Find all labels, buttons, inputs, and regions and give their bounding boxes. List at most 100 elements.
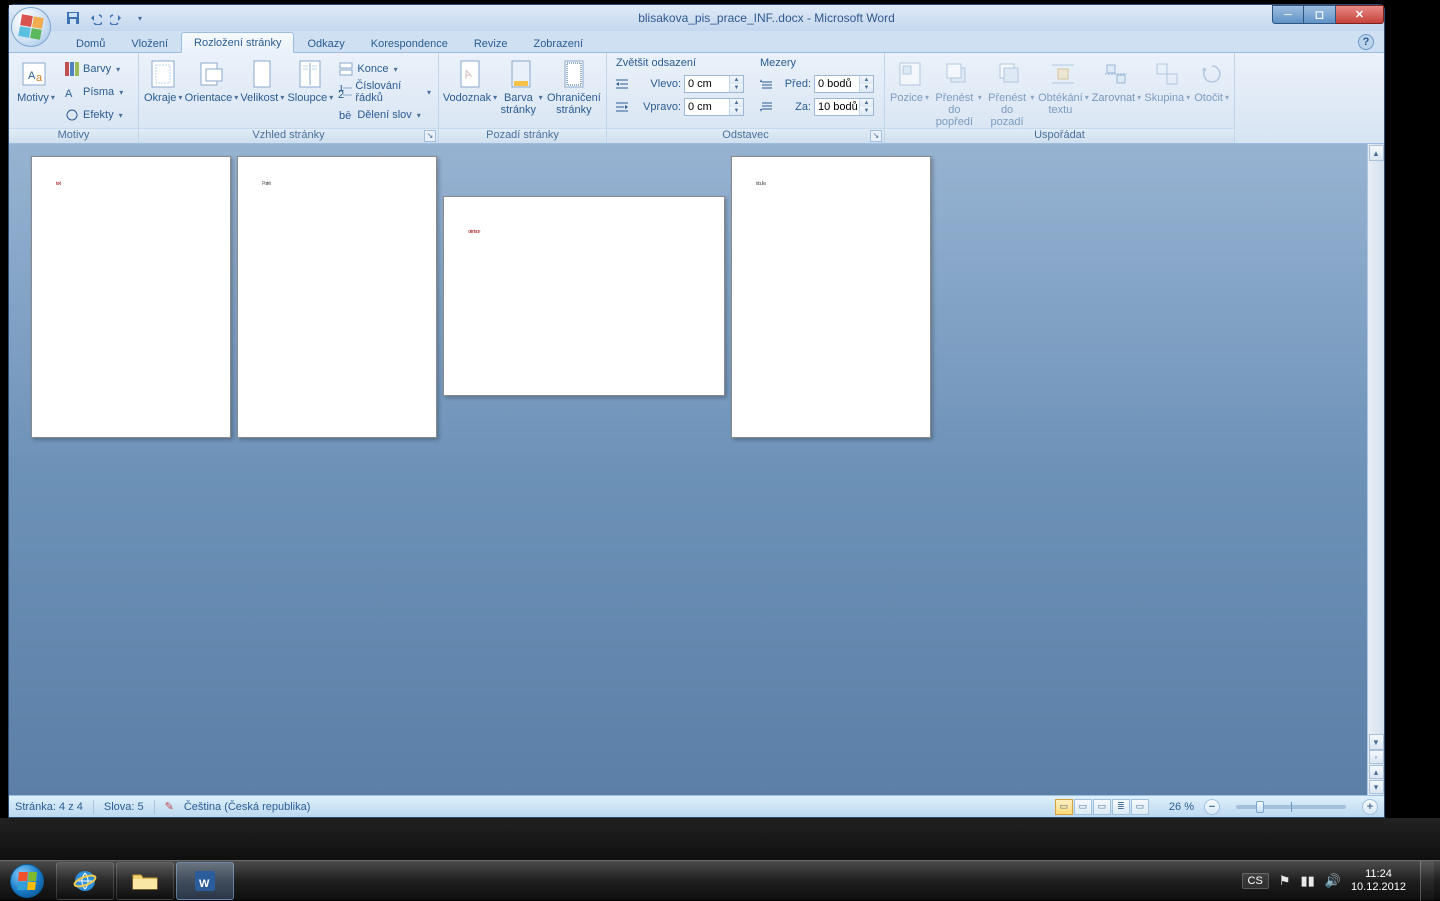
tab-odkazy[interactable]: Odkazy bbox=[294, 33, 357, 53]
chevron-down-icon: ▾ bbox=[1137, 92, 1141, 104]
tray-clock[interactable]: 11:24 10.12.2012 bbox=[1351, 868, 1406, 894]
group-button[interactable]: Skupina▾ bbox=[1144, 56, 1190, 118]
margins-icon bbox=[147, 58, 179, 90]
okraje-button[interactable]: Okraje▾ bbox=[144, 56, 182, 118]
tab-korespondence[interactable]: Korespondence bbox=[358, 33, 461, 53]
page-2[interactable]: Portrét bbox=[237, 156, 437, 438]
view-draft[interactable]: ▭ bbox=[1131, 799, 1149, 815]
browse-object-button[interactable]: ◦ bbox=[1369, 750, 1384, 764]
tray-network-icon[interactable]: ▮▮ bbox=[1300, 873, 1314, 889]
wrap-text-icon bbox=[1047, 58, 1079, 90]
zoom-slider[interactable] bbox=[1236, 805, 1346, 809]
scroll-down-button[interactable]: ▼ bbox=[1369, 734, 1384, 750]
spin-up[interactable]: ▲ bbox=[730, 76, 743, 84]
send-back-button[interactable]: Přenést do pozadí▾ bbox=[986, 56, 1035, 128]
align-button[interactable]: Zarovnat▾ bbox=[1092, 56, 1140, 118]
pozice-button[interactable]: Pozice▾ bbox=[890, 56, 929, 118]
taskbar-word-button[interactable]: W bbox=[176, 862, 234, 900]
spin-down[interactable]: ▼ bbox=[860, 84, 873, 92]
tab-rozlozeni-stranky[interactable]: Rozložení stránky bbox=[181, 32, 294, 53]
group-pozadi-label: Pozadí stránky bbox=[439, 128, 606, 143]
bring-front-button[interactable]: Přenést do popředí▾ bbox=[933, 56, 982, 128]
dialog-launcher-vzhled[interactable]: ↘ bbox=[424, 130, 436, 142]
indent-left-input[interactable]: ▲▼ bbox=[684, 75, 744, 93]
group-odstavec-label: Odstavec↘ bbox=[607, 128, 884, 143]
chevron-down-icon: ▾ bbox=[493, 92, 497, 104]
sloupce-button[interactable]: Sloupce▾ bbox=[288, 56, 332, 118]
wrap-text-button[interactable]: Obtékání textu▾ bbox=[1038, 56, 1088, 118]
zoom-level[interactable]: 26 % bbox=[1169, 801, 1194, 813]
tray-volume-icon[interactable]: 🔊 bbox=[1325, 873, 1341, 889]
status-page[interactable]: Stránka: 4 z 4 bbox=[15, 801, 83, 813]
spin-up[interactable]: ▲ bbox=[860, 76, 873, 84]
svg-text:2: 2 bbox=[338, 89, 344, 99]
zoom-in-button[interactable]: + bbox=[1362, 799, 1378, 815]
rotate-label: Otočit bbox=[1194, 92, 1223, 104]
ohraniceni-stranky-button[interactable]: Ohraničení stránky bbox=[547, 56, 601, 118]
status-proofing-icon[interactable]: ✎ bbox=[165, 800, 174, 813]
rotate-button[interactable]: Otočit▾ bbox=[1194, 56, 1229, 118]
taskbar-explorer-button[interactable] bbox=[116, 862, 174, 900]
qat-customize-button[interactable]: ▾ bbox=[129, 8, 149, 28]
taskbar-ie-button[interactable] bbox=[56, 862, 114, 900]
cislovani-radku-button[interactable]: 12 Číslování řádků▾ bbox=[336, 81, 433, 103]
minimize-button[interactable]: ─ bbox=[1272, 5, 1304, 24]
page-3[interactable]: orientace bbox=[443, 196, 725, 396]
qat-undo-button[interactable] bbox=[85, 8, 105, 28]
tab-vlozeni[interactable]: Vložení bbox=[118, 33, 181, 53]
start-button[interactable] bbox=[0, 861, 54, 901]
indent-right-input[interactable]: ▲▼ bbox=[684, 98, 744, 116]
page-4[interactable]: tabulka bbox=[731, 156, 931, 438]
status-words[interactable]: Slova: 5 bbox=[104, 801, 144, 813]
page-1[interactable]: text bbox=[31, 156, 231, 438]
tab-revize[interactable]: Revize bbox=[461, 33, 521, 53]
prev-page-button[interactable]: ▴ bbox=[1369, 765, 1384, 779]
slider-thumb[interactable] bbox=[1256, 801, 1264, 813]
spacing-before-input[interactable]: ▲▼ bbox=[814, 75, 874, 93]
view-web-layout[interactable]: ▭ bbox=[1093, 799, 1111, 815]
document-canvas[interactable]: text Portrét orientace tabulka bbox=[9, 144, 1367, 795]
office-button[interactable] bbox=[11, 7, 51, 47]
spin-up[interactable]: ▲ bbox=[860, 99, 873, 107]
konce-button[interactable]: Konce▾ bbox=[336, 58, 433, 80]
qat-redo-button[interactable] bbox=[107, 8, 127, 28]
spin-down[interactable]: ▼ bbox=[730, 107, 743, 115]
tray-flag-icon[interactable]: ⚑ bbox=[1279, 873, 1291, 889]
theme-fonts-button[interactable]: A Písma▾ bbox=[62, 81, 125, 103]
barva-stranky-button[interactable]: Barva stránky▾ bbox=[500, 56, 543, 118]
maximize-button[interactable]: ◻ bbox=[1304, 5, 1336, 24]
theme-effects-button[interactable]: Efekty▾ bbox=[62, 104, 125, 126]
spacing-before-label: Před: bbox=[777, 78, 811, 90]
view-print-layout[interactable]: ▭ bbox=[1055, 799, 1073, 815]
view-full-reading[interactable]: ▭ bbox=[1074, 799, 1092, 815]
show-desktop-button[interactable] bbox=[1420, 861, 1434, 901]
theme-colors-button[interactable]: Barvy▾ bbox=[62, 58, 125, 80]
dialog-launcher-odstavec[interactable]: ↘ bbox=[870, 130, 882, 142]
help-button[interactable]: ? bbox=[1358, 34, 1374, 50]
close-button[interactable]: ✕ bbox=[1336, 5, 1384, 24]
orientace-button[interactable]: Orientace▾ bbox=[186, 56, 236, 118]
motivy-button[interactable]: Aa Motivy▾ bbox=[14, 56, 58, 118]
scroll-up-button[interactable]: ▲ bbox=[1369, 145, 1384, 161]
tab-zobrazeni[interactable]: Zobrazení bbox=[520, 33, 596, 53]
scrollbar-track[interactable] bbox=[1369, 161, 1384, 733]
quick-access-toolbar: ▾ bbox=[63, 8, 149, 28]
status-language[interactable]: Čeština (Česká republika) bbox=[184, 801, 311, 813]
tab-domu[interactable]: Domů bbox=[63, 33, 118, 53]
zoom-out-button[interactable]: − bbox=[1204, 799, 1220, 815]
velikost-button[interactable]: Velikost▾ bbox=[240, 56, 284, 118]
spin-up[interactable]: ▲ bbox=[730, 99, 743, 107]
vodoznak-button[interactable]: A Vodoznak▾ bbox=[444, 56, 496, 118]
vertical-scrollbar[interactable]: ▲ ▼ ◦ ▴ ▾ bbox=[1367, 144, 1384, 795]
tray-language[interactable]: CS bbox=[1242, 873, 1269, 889]
view-outline[interactable]: ≣ bbox=[1112, 799, 1130, 815]
chevron-down-icon: ▾ bbox=[978, 92, 982, 104]
next-page-button[interactable]: ▾ bbox=[1369, 780, 1384, 794]
spin-down[interactable]: ▼ bbox=[860, 107, 873, 115]
spacing-after-input[interactable]: ▲▼ bbox=[814, 98, 874, 116]
qat-save-button[interactable] bbox=[63, 8, 83, 28]
spin-down[interactable]: ▼ bbox=[730, 84, 743, 92]
themes-icon: Aa bbox=[20, 58, 52, 90]
deleni-slov-button[interactable]: bē Dělení slov▾ bbox=[336, 104, 433, 126]
colors-icon bbox=[64, 61, 80, 77]
